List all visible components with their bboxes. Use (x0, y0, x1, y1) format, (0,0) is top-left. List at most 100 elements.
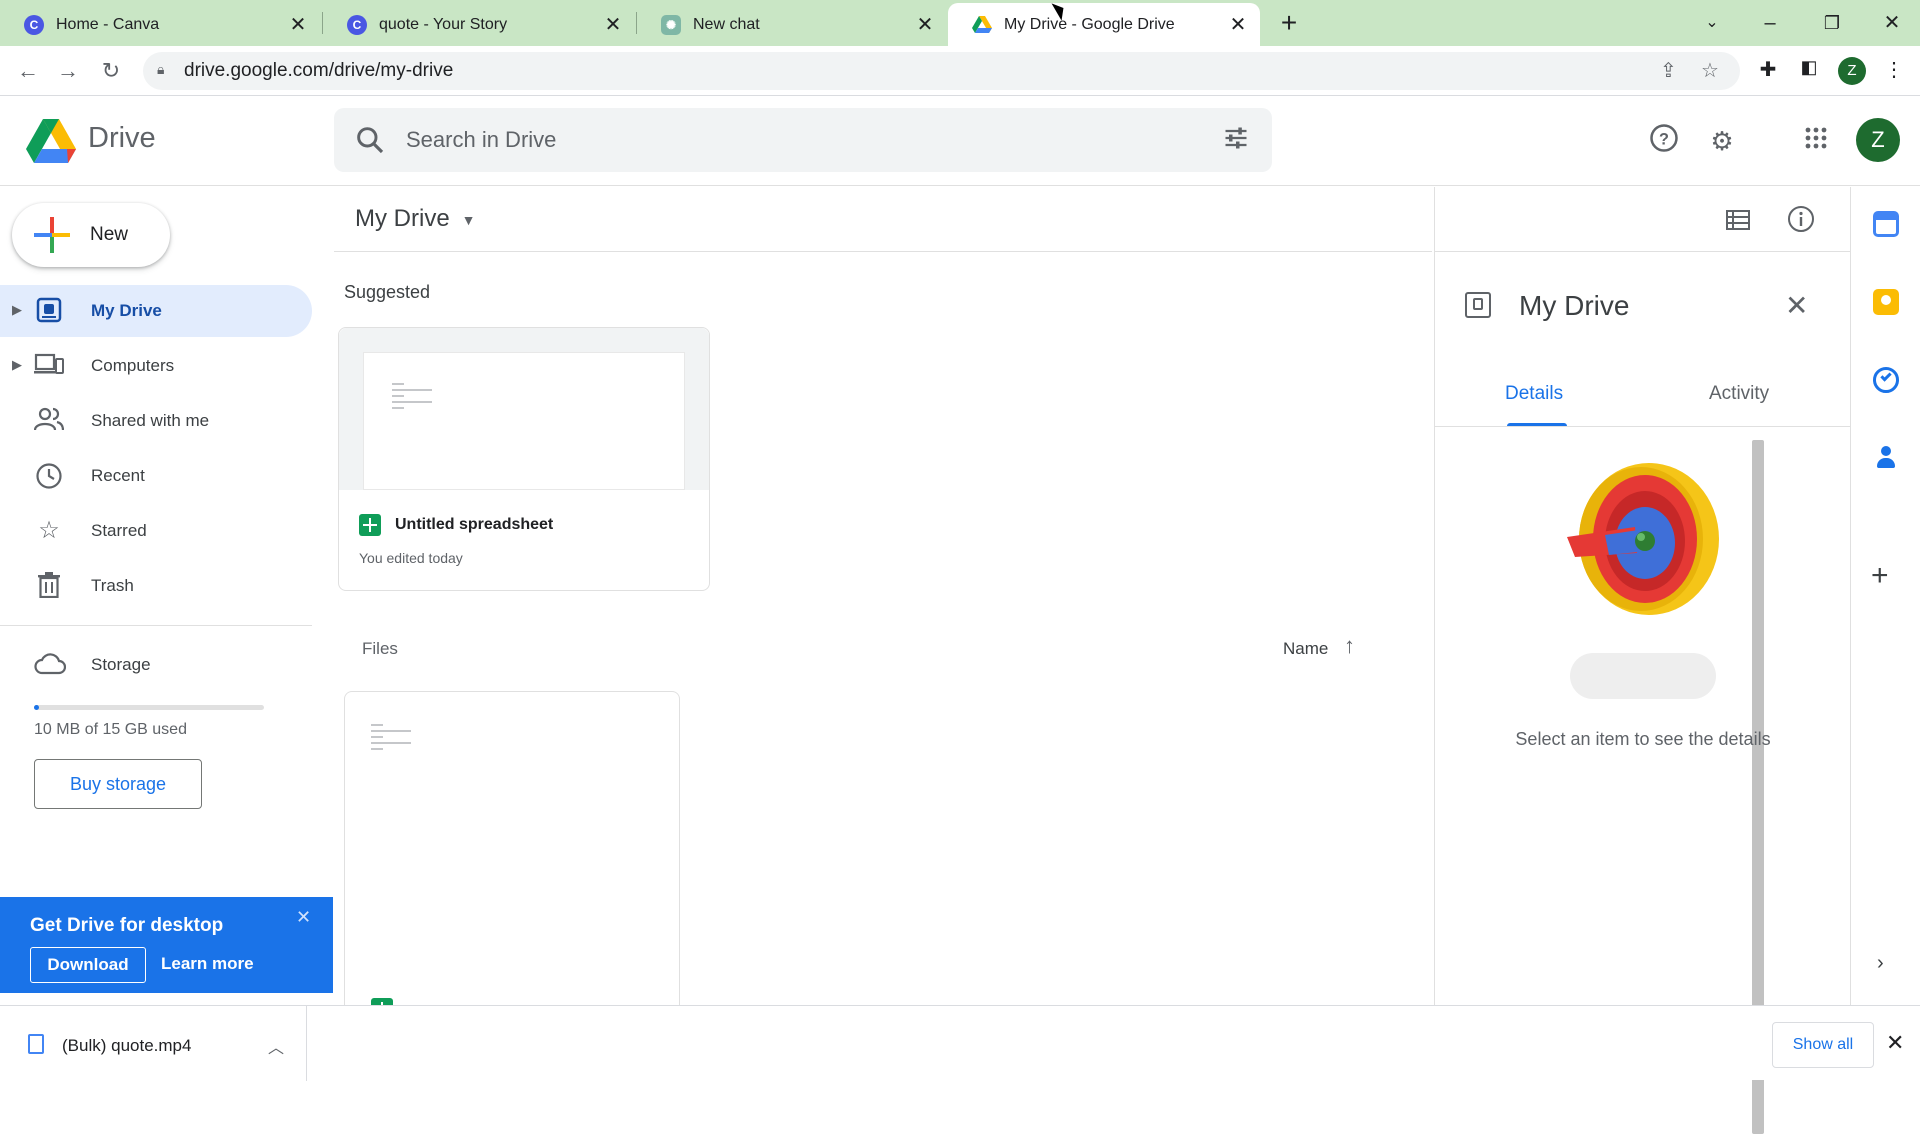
learn-more-link[interactable]: Learn more (161, 954, 254, 974)
star-icon: ☆ (38, 517, 60, 544)
new-tab-button[interactable]: + (1272, 6, 1306, 40)
browser-profile-avatar[interactable]: Z (1838, 57, 1866, 85)
sort-ascending-arrow-icon[interactable]: ↑ (1344, 633, 1355, 659)
list-view-icon[interactable] (1725, 207, 1755, 237)
add-addon-icon[interactable]: + (1871, 559, 1889, 593)
browser-menu-icon[interactable]: ⋮ (1880, 57, 1908, 82)
file-grid-card[interactable] (344, 691, 680, 1016)
sidebar-item-recent[interactable]: Recent (0, 450, 312, 502)
tab-details[interactable]: Details (1505, 383, 1563, 405)
my-drive-dropdown[interactable]: My Drive ▼ (355, 205, 476, 233)
sidebar-item-label: Trash (91, 576, 134, 595)
side-panel-icon[interactable]: ◧ (1795, 57, 1823, 78)
file-name: Untitled spreadsheet (395, 516, 554, 533)
minimize-icon[interactable]: – (1750, 6, 1790, 40)
chevron-right-icon[interactable]: › (1877, 952, 1884, 975)
new-button[interactable]: New (12, 203, 170, 267)
computers-icon (34, 352, 64, 380)
browser-tab-strip: C Home - Canva ✕ C quote - Your Story ✕ … (0, 0, 1920, 46)
suggested-file-card[interactable]: Untitled spreadsheet You edited today (338, 327, 710, 591)
chevron-up-icon[interactable]: ︿ (268, 1034, 284, 1058)
show-all-downloads-button[interactable]: Show all (1772, 1022, 1874, 1068)
share-icon[interactable]: ⇪ (1660, 58, 1677, 83)
close-tab-icon[interactable]: ✕ (601, 12, 625, 37)
close-tab-icon[interactable]: ✕ (286, 12, 310, 37)
storage-used-text: 10 MB of 15 GB used (34, 721, 187, 738)
sidebar-item-shared-with-me[interactable]: Shared with me (0, 395, 312, 447)
browser-toolbar: ← → ↻ 🔒︎ drive.google.com/drive/my-drive… (0, 46, 1920, 96)
search-icon[interactable] (354, 124, 386, 156)
tab-title: New chat (693, 15, 760, 33)
main-content: My Drive ▼ Suggested Untitled spreadsheet… (334, 187, 1764, 1134)
help-icon[interactable]: ? (1646, 123, 1682, 159)
search-options-icon[interactable] (1222, 124, 1250, 152)
sidebar-item-label: Starred (91, 521, 147, 540)
close-tab-icon[interactable]: ✕ (1226, 12, 1250, 37)
google-keep-icon[interactable] (1873, 289, 1899, 315)
plus-icon (34, 217, 70, 253)
clock-icon (34, 462, 64, 490)
window-close-icon[interactable]: ✕ (1872, 6, 1912, 40)
sidebar-item-starred[interactable]: ☆ Starred (0, 505, 312, 557)
browser-tab-google-drive[interactable]: My Drive - Google Drive ✕ (948, 3, 1260, 46)
url-text: drive.google.com/drive/my-drive (184, 60, 454, 81)
drive-logo-icon[interactable] (26, 118, 76, 164)
restore-icon[interactable]: ❐ (1812, 6, 1852, 40)
trash-icon (34, 572, 64, 600)
tab-divider (1435, 426, 1851, 427)
header-border (1435, 187, 1739, 252)
forward-arrow-icon[interactable]: → (52, 55, 84, 87)
back-arrow-icon[interactable]: ← (12, 55, 44, 87)
close-tab-icon[interactable]: ✕ (913, 12, 937, 37)
sidebar-divider (0, 625, 312, 626)
files-heading: Files (362, 639, 398, 658)
address-bar[interactable]: 🔒︎ drive.google.com/drive/my-drive ⇪ ☆ (143, 52, 1740, 90)
google-calendar-icon[interactable] (1873, 211, 1899, 237)
sidebar-item-storage[interactable]: Storage (0, 639, 312, 691)
expand-caret-icon[interactable]: ▶ (12, 357, 22, 373)
new-button-label: New (90, 224, 129, 245)
tab-search-chevron-icon[interactable]: ⌄ (1692, 6, 1732, 40)
tab-title: My Drive - Google Drive (1004, 15, 1175, 33)
my-drive-icon (34, 297, 64, 325)
sidebar-item-computers[interactable]: ▶ Computers (0, 340, 312, 392)
file-subtitle: You edited today (359, 550, 463, 566)
canva-icon: C (24, 14, 44, 35)
account-avatar[interactable]: Z (1856, 118, 1900, 162)
drive-desktop-promo: Get Drive for desktop ✕ Download Learn m… (0, 897, 333, 993)
sidebar-item-trash[interactable]: Trash (0, 560, 312, 612)
google-drive-icon (972, 15, 992, 33)
download-divider (306, 1006, 307, 1081)
file-thumbnail (339, 328, 709, 490)
suggested-heading: Suggested (344, 282, 431, 302)
sort-by-name-button[interactable]: Name (1283, 639, 1328, 659)
extensions-puzzle-icon[interactable]: ✚ (1754, 57, 1782, 82)
reload-icon[interactable]: ↻ (95, 55, 127, 87)
storage-progress-bar (34, 705, 264, 710)
download-file-name[interactable]: (Bulk) quote.mp4 (62, 1036, 191, 1056)
browser-tab-quote[interactable]: C quote - Your Story ✕ (323, 3, 635, 46)
document-preview (363, 352, 685, 490)
lock-icon: 🔒︎ (157, 61, 165, 77)
download-button[interactable]: Download (30, 947, 146, 983)
close-details-icon[interactable]: ✕ (1785, 289, 1808, 322)
info-icon[interactable] (1787, 205, 1817, 235)
browser-tab-canva-home[interactable]: C Home - Canva ✕ (0, 3, 320, 46)
settings-gear-icon[interactable]: ⚙ (1704, 123, 1740, 159)
search-bar[interactable]: Search in Drive (334, 108, 1272, 172)
buy-storage-button[interactable]: Buy storage (34, 759, 202, 809)
sidebar-item-label: Recent (91, 466, 145, 485)
close-promo-icon[interactable]: ✕ (296, 907, 311, 928)
search-input[interactable]: Search in Drive (406, 127, 556, 153)
people-icon (33, 407, 65, 435)
expand-caret-icon[interactable]: ▶ (12, 302, 22, 318)
tab-activity[interactable]: Activity (1709, 383, 1769, 405)
google-tasks-icon[interactable] (1873, 367, 1899, 393)
empty-state-illustration (1567, 463, 1719, 615)
google-apps-grid-icon[interactable] (1798, 123, 1834, 159)
google-contacts-icon[interactable] (1873, 445, 1899, 471)
sidebar-item-my-drive[interactable]: ▶ My Drive (0, 285, 312, 337)
close-download-shelf-icon[interactable]: ✕ (1886, 1030, 1904, 1056)
browser-tab-new-chat[interactable]: ✺ New chat ✕ (637, 3, 947, 46)
bookmark-star-icon[interactable]: ☆ (1701, 58, 1719, 83)
